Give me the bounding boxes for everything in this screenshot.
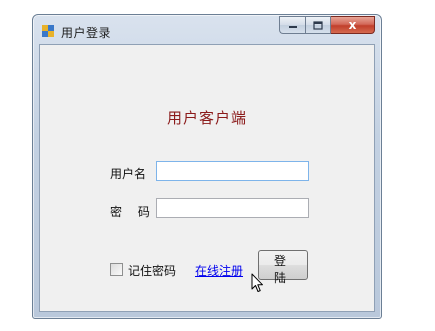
register-online-link[interactable]: 在线注册 xyxy=(195,262,243,279)
password-label: 密 码 xyxy=(110,205,156,219)
app-icon xyxy=(42,25,54,37)
mouse-pointer-icon xyxy=(251,273,263,292)
minimize-icon xyxy=(288,26,297,28)
username-label: 用户名 xyxy=(110,167,147,181)
close-icon: x xyxy=(348,18,357,32)
maximize-icon xyxy=(313,20,323,30)
password-input[interactable] xyxy=(156,198,309,218)
close-button[interactable]: x xyxy=(331,16,375,34)
login-button[interactable]: 登 陆 xyxy=(258,250,308,285)
maximize-button[interactable] xyxy=(305,16,331,34)
remember-password-checkbox[interactable] xyxy=(110,263,123,276)
remember-password-label[interactable]: 记住密码 xyxy=(128,262,176,279)
title-bar[interactable]: 用户登录 x xyxy=(33,15,381,45)
form-client-area: 用户客户端 用户名 密 码 记住密码 在线注册 登 陆 xyxy=(39,44,375,312)
window-title: 用户登录 xyxy=(61,26,112,40)
minimize-button[interactable] xyxy=(279,16,305,34)
form-heading: 用户客户端 xyxy=(166,109,247,127)
login-window: 用户登录 x 用户客户端 用户名 密 码 记住密码 在线注册 登 陆 xyxy=(32,14,382,319)
caption-buttons: x xyxy=(279,16,375,35)
username-input[interactable] xyxy=(156,161,309,181)
